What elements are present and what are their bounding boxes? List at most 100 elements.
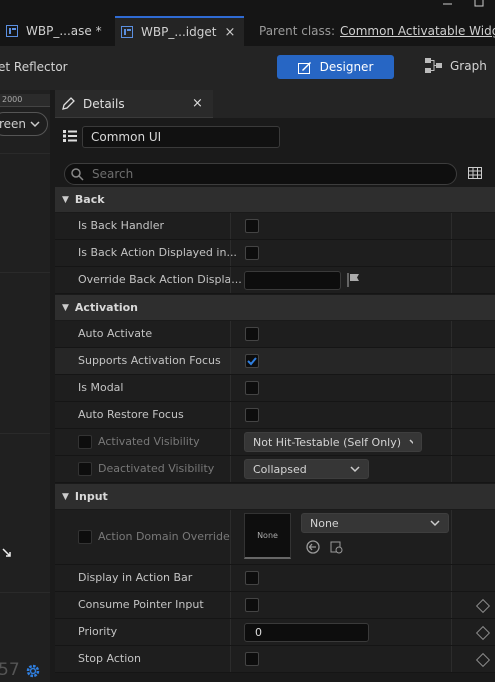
keyframe-diamond-icon[interactable] (475, 625, 491, 641)
category-label: Back (74, 193, 105, 206)
auto-restore-focus-checkbox[interactable] (245, 408, 259, 422)
property-label: Stop Action (78, 652, 141, 665)
dropdown-value: None (310, 516, 339, 530)
use-selected-icon[interactable] (306, 540, 320, 554)
details-body: Common UI Search ▼ Back Is Back Handler … (55, 118, 495, 682)
property-row: Action Domain Override None None (55, 510, 495, 565)
property-row: Consume Pointer Input (55, 592, 495, 619)
parent-class-label: Parent class: (259, 24, 336, 38)
is-back-action-displayed-checkbox[interactable] (245, 246, 259, 260)
auto-activate-checkbox[interactable] (245, 327, 259, 341)
property-label: Priority (78, 625, 118, 638)
graph-mode-button[interactable]: Graph (425, 58, 487, 73)
property-row: Activated Visibility Not Hit-Testable (S… (55, 429, 495, 456)
stop-action-checkbox[interactable] (245, 652, 259, 666)
table-view-icon[interactable] (468, 167, 482, 179)
widget-reflector-button[interactable]: et Reflector (0, 60, 68, 74)
category-back[interactable]: ▼ Back (55, 187, 495, 213)
property-label: Activated Visibility (98, 435, 200, 448)
maximize-icon[interactable] (474, 0, 484, 7)
consume-pointer-input-checkbox[interactable] (245, 598, 259, 612)
tab-label: WBP_...ase * (26, 24, 102, 38)
property-row: Display in Action Bar (55, 565, 495, 592)
search-input[interactable]: Search (64, 163, 457, 185)
localization-flag-icon[interactable] (347, 273, 361, 287)
tab-wbp-base[interactable]: WBP_...ase * (0, 16, 113, 46)
graph-label: Graph (450, 58, 487, 73)
property-row: Deactivated Visibility Collapsed (55, 456, 495, 483)
property-label: Is Back Handler (78, 219, 164, 232)
category-label: Input (74, 490, 108, 503)
property-row: Override Back Action Displa... (55, 267, 495, 294)
chevron-down-icon (409, 438, 413, 444)
deactivated-visibility-dropdown[interactable]: Collapsed (244, 459, 369, 479)
zoom-level: 57 (0, 660, 20, 680)
tab-wbp-widget[interactable]: WBP_...idget × (115, 16, 244, 46)
expand-arrow-icon: ▼ (62, 491, 69, 502)
activated-visibility-override-checkbox[interactable] (78, 435, 92, 449)
designer-mode-button[interactable]: Designer (277, 55, 394, 79)
property-row: Is Back Action Displayed in... (55, 240, 495, 267)
property-row: Priority 0 (55, 619, 495, 646)
dropdown-value: Not Hit-Testable (Self Only) (253, 435, 402, 449)
browse-asset-icon[interactable] (330, 541, 343, 554)
widget-blueprint-icon (121, 26, 133, 38)
is-modal-checkbox[interactable] (245, 381, 259, 395)
object-name-field[interactable]: Common UI (82, 126, 280, 148)
category-input[interactable]: ▼ Input (55, 484, 495, 510)
object-list-icon (63, 130, 77, 142)
designer-label: Designer (319, 60, 374, 74)
property-label: Override Back Action Displa... (78, 273, 242, 286)
screen-size-label: reen (0, 117, 27, 131)
keyframe-diamond-icon[interactable] (475, 652, 491, 668)
asset-action-icons (306, 540, 343, 554)
tab-label: WBP_...idget (141, 25, 217, 39)
priority-number-field[interactable]: 0 (244, 623, 369, 642)
property-label: Auto Restore Focus (78, 408, 184, 421)
parent-class-link[interactable]: Common Activatable Widge (340, 24, 495, 38)
asset-thumbnail[interactable]: None (244, 513, 291, 559)
property-row: Supports Activation Focus (55, 348, 495, 375)
canvas-ruler: 2000 (0, 94, 50, 107)
property-label: Consume Pointer Input (78, 598, 204, 611)
ruler-value: 2000 (2, 95, 23, 104)
gear-icon[interactable] (24, 662, 42, 680)
widget-blueprint-icon (6, 25, 18, 37)
document-tab-bar: WBP_...ase * WBP_...idget × Parent class… (0, 0, 495, 46)
property-row: Is Modal (55, 375, 495, 402)
property-label: Action Domain Override (98, 530, 230, 543)
expand-arrow-icon: ▼ (62, 302, 69, 313)
category-activation[interactable]: ▼ Activation (55, 295, 495, 321)
window-controls[interactable] (435, 0, 495, 10)
property-label: Auto Activate (78, 327, 153, 340)
tab-details[interactable]: Details (55, 90, 213, 118)
thumbnail-label: None (257, 531, 278, 540)
action-domain-asset-dropdown[interactable]: None (301, 513, 449, 533)
chevron-down-icon (350, 465, 360, 472)
display-in-action-bar-checkbox[interactable] (245, 571, 259, 585)
screen-size-dropdown[interactable]: reen (0, 112, 48, 136)
search-icon (71, 167, 84, 181)
designer-icon (297, 61, 311, 74)
keyframe-diamond-icon[interactable] (475, 598, 491, 614)
close-details-icon[interactable]: × (192, 96, 203, 111)
is-back-handler-checkbox[interactable] (245, 219, 259, 233)
property-row: Stop Action (55, 646, 495, 673)
close-tab-icon[interactable]: × (224, 25, 235, 40)
designer-canvas[interactable]: 2000 reen 57 (0, 90, 50, 682)
toolbar: et Reflector Designer Graph (0, 46, 495, 90)
graph-icon (425, 58, 442, 73)
supports-activation-focus-checkbox[interactable] (245, 354, 259, 368)
property-row: Auto Activate (55, 321, 495, 348)
dropdown-value: Collapsed (253, 462, 307, 476)
property-label: Deactivated Visibility (98, 462, 215, 475)
action-domain-override-checkbox[interactable] (78, 530, 92, 544)
resize-handle-icon[interactable] (2, 548, 12, 558)
details-panel: Details × Common UI Search ▼ Back Is Bac… (55, 90, 495, 682)
override-back-action-text-field[interactable] (244, 271, 341, 290)
expand-arrow-icon: ▼ (62, 194, 69, 205)
activated-visibility-dropdown[interactable]: Not Hit-Testable (Self Only) (244, 432, 422, 452)
property-label: Is Back Action Displayed in... (78, 246, 237, 259)
chevron-down-icon (30, 121, 40, 128)
deactivated-visibility-override-checkbox[interactable] (78, 462, 92, 476)
